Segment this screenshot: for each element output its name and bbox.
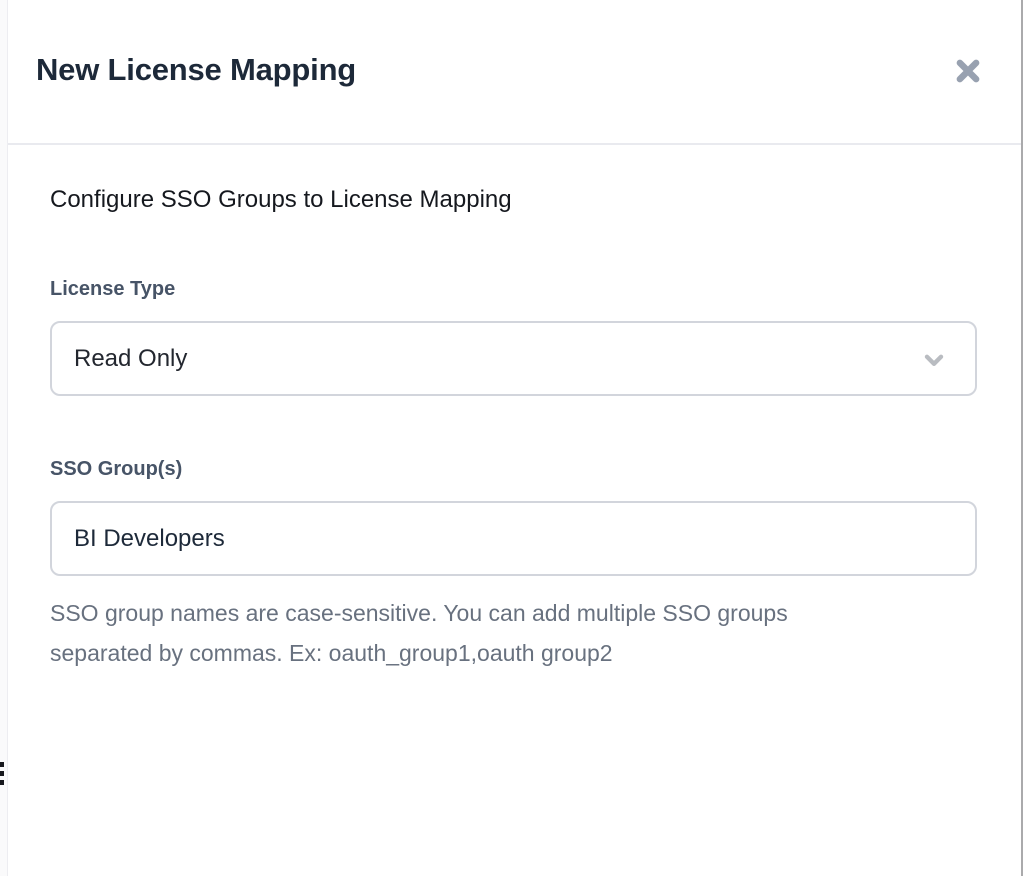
close-button[interactable]: [951, 54, 985, 88]
background-page-left-strip: [0, 0, 8, 876]
modal-right-edge: [1021, 0, 1023, 876]
list-dashes-icon: [0, 762, 4, 785]
x-icon: [953, 56, 983, 86]
modal-body: Configure SSO Groups to License Mapping …: [8, 145, 1021, 876]
chevron-down-icon: [921, 347, 947, 373]
modal-title: New License Mapping: [36, 52, 356, 88]
license-type-select[interactable]: Read Only: [50, 321, 977, 396]
config-subtitle: Configure SSO Groups to License Mapping: [50, 186, 512, 214]
sso-groups-label: SSO Group(s): [50, 458, 182, 481]
sso-groups-help-text: SSO group names are case-sensitive. You …: [50, 593, 930, 673]
license-type-selected-value: Read Only: [52, 345, 187, 373]
license-type-label: License Type: [50, 278, 175, 301]
modal-header: New License Mapping: [8, 0, 1021, 143]
sso-groups-input[interactable]: [50, 501, 977, 576]
screen: New License Mapping Configure SSO Groups…: [0, 0, 1028, 876]
